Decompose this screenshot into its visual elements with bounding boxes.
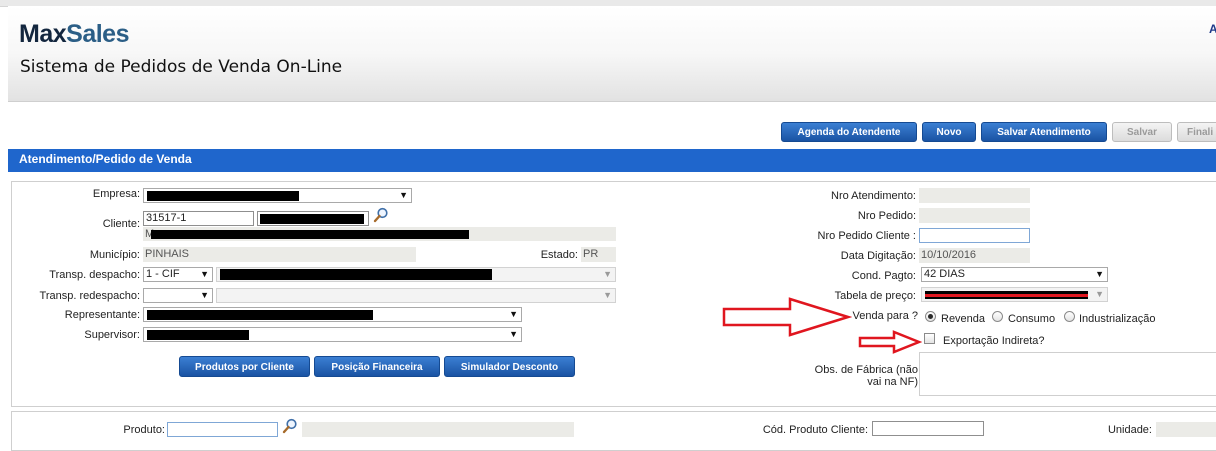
transp-redespacho-label: Transp. redespacho:: [39, 290, 140, 302]
redaction-block: [220, 269, 492, 280]
consumo-option-label: Consumo: [1008, 313, 1056, 325]
chevron-down-icon: ▼: [603, 290, 612, 300]
chevron-down-icon: ▼: [509, 329, 518, 339]
posicao-financeira-button[interactable]: Posição Financeira: [314, 356, 440, 377]
tabela-preco-select[interactable]: ▼: [921, 287, 1108, 302]
data-digitacao-field: 10/10/2016: [919, 248, 1030, 263]
agenda-atendente-button[interactable]: Agenda do Atendente: [781, 122, 917, 142]
estado-field: PR: [581, 247, 616, 262]
revenda-radio[interactable]: [925, 311, 936, 322]
redaction-block: [147, 330, 249, 340]
cliente-label: Cliente:: [102, 218, 140, 230]
novo-button[interactable]: Novo: [922, 122, 976, 142]
finalizar-button[interactable]: Finali: [1177, 122, 1216, 142]
representante-label: Representante:: [64, 309, 140, 321]
cod-produto-cliente-input[interactable]: [872, 421, 984, 436]
section-title: Atendimento/Pedido de Venda: [19, 152, 192, 166]
obs-fabrica-textarea[interactable]: [919, 352, 1216, 396]
representante-select[interactable]: ▼: [143, 307, 522, 322]
redaction-block: [147, 191, 299, 201]
redaction-underline: [925, 294, 1088, 297]
red-arrow-icon: [858, 330, 922, 354]
exportacao-indireta-checkbox[interactable]: [924, 333, 935, 344]
estado-label: Estado:: [540, 249, 578, 261]
cod-produto-cliente-label: Cód. Produto Cliente:: [762, 424, 868, 436]
municipio-label: Município:: [89, 249, 140, 261]
chevron-down-icon: ▼: [399, 190, 408, 200]
transp-redespacho-name-select[interactable]: ▼: [216, 288, 616, 303]
nro-pedido-field: [919, 208, 1030, 223]
industrializacao-radio[interactable]: [1064, 311, 1075, 322]
magnifier-icon[interactable]: [373, 207, 389, 223]
nro-pedido-cliente-input[interactable]: [919, 228, 1030, 243]
supervisor-select[interactable]: ▼: [143, 327, 522, 342]
chevron-down-icon: ▼: [1095, 289, 1104, 299]
app-header: [8, 6, 1216, 102]
obs-fabrica-label-line2: vai na NF): [867, 376, 918, 388]
supervisor-label: Supervisor:: [84, 329, 140, 341]
chevron-down-icon: ▼: [200, 290, 209, 300]
chevron-down-icon: ▼: [603, 269, 612, 279]
empresa-label: Empresa:: [92, 188, 140, 200]
redaction-block: [147, 310, 373, 320]
redaction-block: [151, 230, 469, 239]
nro-atendimento-label: Nro Atendimento:: [831, 190, 916, 202]
salvar-atendimento-button[interactable]: Salvar Atendimento: [981, 122, 1107, 142]
nro-atendimento-field: [919, 188, 1030, 203]
salvar-button[interactable]: Salvar: [1112, 122, 1172, 142]
transp-despacho-name-select[interactable]: ▼: [216, 267, 616, 282]
redaction-block: [260, 214, 364, 224]
cond-pagto-select[interactable]: 42 DIAS ▼: [921, 267, 1108, 282]
produto-label: Produto:: [123, 424, 165, 436]
empresa-select[interactable]: ▼: [143, 188, 412, 203]
magnifier-icon[interactable]: [282, 418, 298, 434]
chevron-down-icon: ▼: [200, 269, 209, 279]
chevron-down-icon: ▼: [1095, 269, 1104, 279]
cond-pagto-label: Cond. Pagto:: [851, 270, 916, 282]
red-arrow-icon: [722, 297, 852, 337]
transp-despacho-select[interactable]: 1 - CIF ▼: [143, 267, 213, 282]
industrializacao-option-label: Industrialização: [1079, 313, 1156, 325]
consumo-radio[interactable]: [992, 311, 1003, 322]
revenda-option-label: Revenda: [941, 313, 986, 325]
exportacao-indireta-label: Exportação Indireta?: [943, 335, 1045, 347]
cliente-code-input[interactable]: 31517-1: [143, 211, 254, 226]
produto-description-field: [302, 422, 574, 437]
unidade-field: [1156, 422, 1216, 437]
nro-pedido-cliente-label: Nro Pedido Cliente :: [817, 230, 916, 242]
produtos-por-cliente-button[interactable]: Produtos por Cliente: [179, 356, 310, 377]
transp-despacho-label: Transp. despacho:: [49, 269, 140, 281]
transp-redespacho-select[interactable]: ▼: [143, 288, 213, 303]
app-subtitle: Sistema de Pedidos de Venda On-Line: [20, 57, 343, 77]
cliente-name-field: M: [143, 227, 616, 241]
app-logo: MaxSales: [19, 20, 129, 48]
unidade-label: Unidade:: [1107, 424, 1152, 436]
cliente-cnpj-input[interactable]: [257, 211, 369, 226]
nro-pedido-label: Nro Pedido:: [857, 210, 916, 222]
municipio-field: PINHAIS: [143, 247, 416, 262]
header-corner-glyph[interactable]: A: [1209, 22, 1216, 36]
simulador-desconto-button[interactable]: Simulador Desconto: [444, 356, 575, 377]
obs-fabrica-label-line1: Obs. de Fábrica (não: [814, 364, 918, 376]
data-digitacao-label: Data Digitação:: [840, 250, 916, 262]
chevron-down-icon: ▼: [509, 309, 518, 319]
produto-input[interactable]: [167, 422, 278, 437]
